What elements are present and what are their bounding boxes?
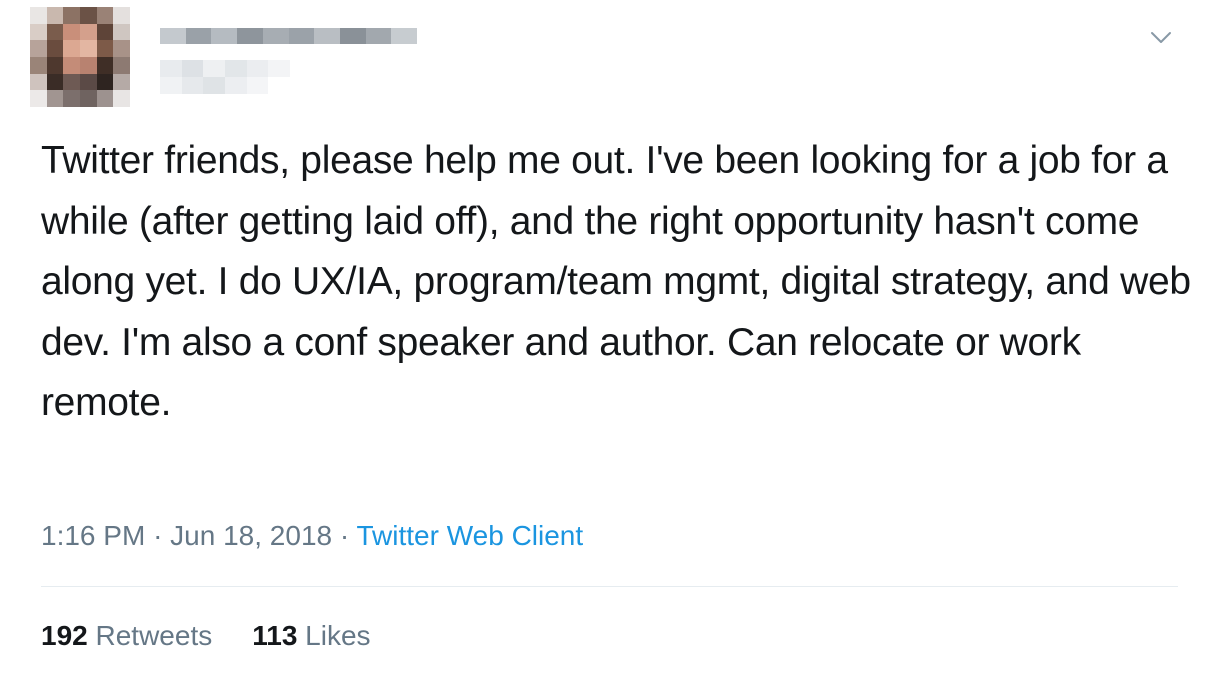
avatar-pixel <box>46 23 64 41</box>
avatar-pixel <box>30 73 47 91</box>
tweet-text: Twitter friends, please help me out. I'v… <box>41 139 1202 424</box>
display-name-redacted[interactable] <box>160 28 418 44</box>
likes-label: Likes <box>305 620 371 651</box>
avatar-pixel <box>79 90 97 107</box>
avatar-pixel <box>96 7 114 24</box>
handle-pixel <box>246 60 269 77</box>
avatar-pixel <box>113 90 130 107</box>
avatar-pixel <box>46 90 64 107</box>
name-pixel <box>262 28 289 44</box>
likes-stat[interactable]: 113 Likes <box>252 620 370 652</box>
retweets-stat[interactable]: 192 Retweets <box>41 620 212 652</box>
avatar-pixel <box>96 40 114 57</box>
retweets-count: 192 <box>41 620 88 651</box>
handle-pixel <box>160 77 182 94</box>
avatar-pixel <box>113 73 130 91</box>
username-redacted[interactable] <box>160 60 290 94</box>
avatar-pixel <box>113 56 130 74</box>
tweet-date[interactable]: Jun 18, 2018 <box>170 520 332 551</box>
avatar-pixel <box>46 56 64 74</box>
avatar-pixel <box>46 40 64 57</box>
meta-separator: · <box>153 520 163 551</box>
avatar-pixel <box>113 23 130 41</box>
avatar-pixel <box>46 73 64 91</box>
tweet-metadata: 1:16 PM · Jun 18, 2018 · Twitter Web Cli… <box>41 520 583 552</box>
handle-pixel <box>181 77 204 94</box>
avatar-pixel <box>96 73 114 91</box>
name-pixel <box>339 28 366 44</box>
avatar[interactable] <box>30 7 130 107</box>
name-pixel <box>314 28 340 44</box>
name-pixel <box>391 28 418 44</box>
name-pixel <box>160 28 186 44</box>
handle-pixel <box>224 60 247 77</box>
avatar-pixel <box>63 40 80 57</box>
avatar-pixel <box>63 7 80 24</box>
name-pixel <box>237 28 263 44</box>
meta-separator: · <box>339 520 350 551</box>
avatar-pixel <box>63 23 80 41</box>
avatar-pixel <box>63 90 80 107</box>
avatar-pixel <box>30 23 47 41</box>
handle-pixel <box>268 60 290 77</box>
name-pixel <box>288 28 315 44</box>
name-pixel <box>365 28 392 44</box>
tweet-stats: 192 Retweets 113 Likes <box>41 620 371 652</box>
likes-count: 113 <box>252 620 298 651</box>
divider <box>41 586 1178 587</box>
avatar-pixel <box>79 73 97 91</box>
avatar-pixel <box>63 56 80 74</box>
avatar-pixel <box>46 7 64 24</box>
handle-pixel <box>181 60 204 77</box>
handle-pixel <box>246 77 269 94</box>
handle-pixel <box>224 77 247 94</box>
retweets-label: Retweets <box>95 620 213 651</box>
avatar-pixel <box>113 7 130 24</box>
avatar-pixel <box>30 56 47 74</box>
avatar-pixel <box>30 40 47 57</box>
handle-pixel <box>203 60 225 77</box>
chevron-down-icon[interactable] <box>1148 24 1174 50</box>
avatar-pixel <box>96 56 114 74</box>
avatar-pixel <box>79 23 97 41</box>
avatar-pixel <box>79 7 97 24</box>
avatar-pixel <box>30 7 47 24</box>
avatar-pixel <box>30 90 47 107</box>
avatar-pixel <box>79 40 97 57</box>
handle-pixel <box>203 77 225 94</box>
name-pixel <box>185 28 212 44</box>
avatar-pixel <box>96 23 114 41</box>
name-pixel <box>211 28 238 44</box>
tweet-time[interactable]: 1:16 PM <box>41 520 145 551</box>
tweet-card: Twitter friends, please help me out. I'v… <box>0 0 1218 678</box>
handle-pixel <box>268 77 290 94</box>
avatar-pixel <box>96 90 114 107</box>
handle-pixel <box>160 60 182 77</box>
tweet-source-link[interactable]: Twitter Web Client <box>356 520 583 551</box>
avatar-pixel <box>79 56 97 74</box>
avatar-pixel <box>63 73 80 91</box>
avatar-pixel <box>113 40 130 57</box>
